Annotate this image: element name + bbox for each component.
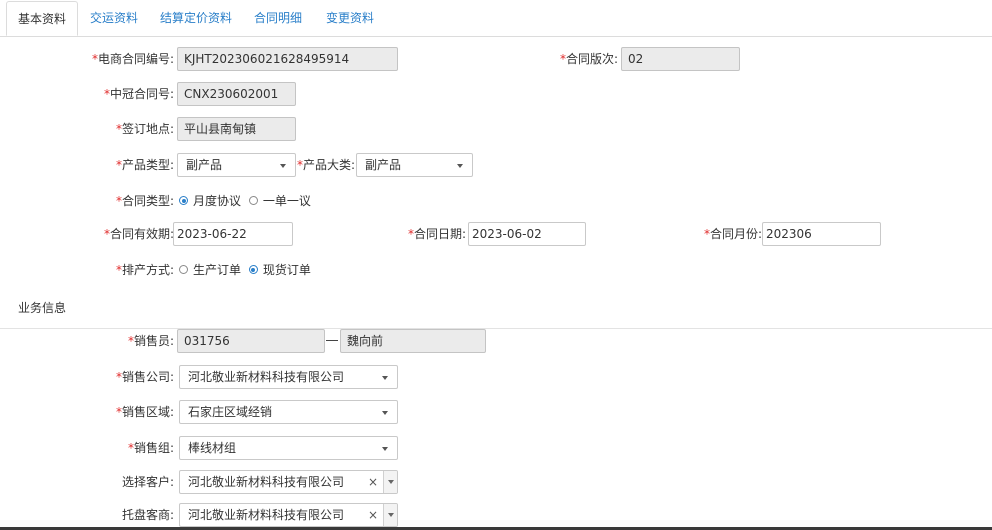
dropdown-button[interactable] (383, 471, 397, 493)
tab-settlement-pricing[interactable]: 结算定价资料 (154, 1, 238, 35)
schedule-mode-option-spot[interactable]: 现货订单 (248, 258, 311, 282)
schedule-mode-label: *排产方式: (115, 263, 174, 277)
consignee-combobox[interactable]: 河北敬业新材料科技有限公司 × (179, 503, 398, 527)
contract-form-page: 基本资料 交运资料 结算定价资料 合同明细 变更资料 *电商合同编号: KJHT… (0, 0, 992, 530)
tab-shipping-info[interactable]: 交运资料 (86, 1, 142, 35)
sales-company-label: *销售公司: (115, 370, 174, 384)
consignee-label: 托盘客商: (121, 508, 174, 522)
close-icon[interactable]: × (366, 471, 380, 493)
schedule-mode-radio-group: 生产订单 现货订单 (179, 258, 315, 282)
chevron-down-icon (388, 513, 394, 517)
contract-type-label: *合同类型: (115, 194, 174, 208)
salesman-label: *销售员: (127, 334, 174, 348)
sign-place-field[interactable]: 平山县南甸镇 (177, 117, 296, 141)
product-type-select[interactable]: 副产品 (177, 153, 296, 177)
contract-type-option-single[interactable]: 一单一议 (248, 189, 311, 213)
tab-contract-details[interactable]: 合同明细 (248, 1, 308, 35)
product-category-label: *产品大类: (297, 158, 356, 172)
contract-version-field[interactable]: 02 (621, 47, 740, 71)
zg-contract-no-field[interactable]: CNX230602001 (177, 82, 296, 106)
salesman-name-field[interactable]: 魏向前 (340, 329, 486, 353)
contract-type-radio-group: 月度协议 一单一议 (179, 189, 315, 213)
chevron-down-icon (457, 164, 463, 168)
chevron-down-icon (382, 376, 388, 380)
sales-region-label: *销售区域: (115, 405, 174, 419)
contract-version-label: *合同版次: (559, 52, 618, 66)
dropdown-button[interactable] (383, 504, 397, 526)
ec-contract-no-field[interactable]: KJHT202306021628495914 (177, 47, 398, 71)
sales-group-label: *销售组: (127, 441, 174, 455)
product-category-select[interactable]: 副产品 (356, 153, 473, 177)
sales-company-select[interactable]: 河北敬业新材料科技有限公司 (179, 365, 398, 389)
zg-contract-no-label: *中冠合同号: (103, 87, 174, 101)
tab-bar: 基本资料 交运资料 结算定价资料 合同明细 变更资料 (0, 0, 992, 37)
chevron-down-icon (280, 164, 286, 168)
contract-date-field[interactable]: 2023-06-02 (468, 222, 586, 246)
contract-month-label: *合同月份: (703, 227, 762, 241)
sign-place-label: *签订地点: (115, 122, 174, 136)
chevron-down-icon (382, 411, 388, 415)
business-info-section-title: 业务信息 (18, 301, 67, 315)
ec-contract-no-label: *电商合同编号: (91, 52, 174, 66)
customer-combobox[interactable]: 河北敬业新材料科技有限公司 × (179, 470, 398, 494)
tab-change-info[interactable]: 变更资料 (320, 1, 380, 35)
schedule-mode-option-production[interactable]: 生产订单 (179, 258, 241, 282)
valid-date-field[interactable]: 2023-06-22 (173, 222, 293, 246)
dash-separator (326, 340, 338, 341)
radio-unchecked-icon[interactable] (179, 265, 188, 274)
product-type-label: *产品类型: (115, 158, 174, 172)
salesman-code-field[interactable]: 031756 (177, 329, 325, 353)
contract-type-option-monthly[interactable]: 月度协议 (179, 189, 241, 213)
contract-month-field[interactable]: 202306 (762, 222, 881, 246)
sales-group-select[interactable]: 棒线材组 (179, 436, 398, 460)
contract-date-label: *合同日期: (407, 227, 466, 241)
radio-unchecked-icon[interactable] (248, 196, 258, 205)
sales-region-select[interactable]: 石家庄区域经销 (179, 400, 398, 424)
customer-label: 选择客户: (121, 475, 174, 489)
chevron-down-icon (388, 480, 394, 484)
tab-basic-info[interactable]: 基本资料 (6, 1, 78, 36)
radio-checked-icon[interactable] (179, 196, 188, 205)
chevron-down-icon (382, 447, 388, 451)
close-icon[interactable]: × (366, 504, 380, 526)
valid-date-label: *合同有效期: (103, 227, 174, 241)
radio-checked-icon[interactable] (248, 265, 258, 274)
